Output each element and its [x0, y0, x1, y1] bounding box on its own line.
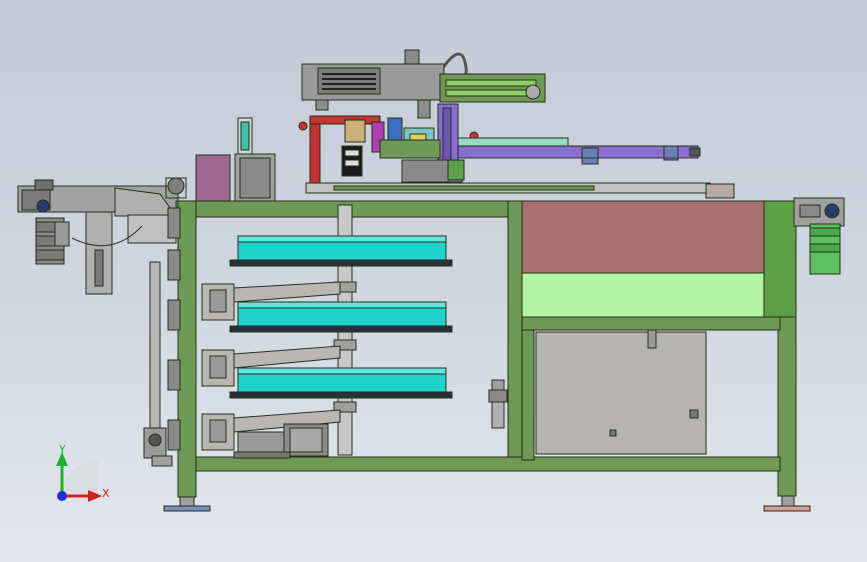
axis-y-label: Y	[59, 443, 66, 456]
purple-conveyor-rail	[457, 137, 701, 165]
turntable-tier-3	[229, 367, 453, 399]
upper-head-assembly	[298, 49, 546, 187]
axis-triad	[56, 452, 102, 502]
cad-viewport[interactable]: Y X	[0, 0, 867, 562]
z-axis-origin	[57, 491, 67, 501]
left-conveyor-assembly	[17, 177, 187, 467]
upper-left-components	[195, 117, 735, 203]
filter-regulator	[488, 379, 508, 429]
machine-assembly-drawing	[17, 49, 845, 512]
axis-x-label: X	[102, 487, 110, 500]
turntable-tier-2	[229, 301, 453, 333]
turntable-tier-1	[229, 235, 453, 267]
